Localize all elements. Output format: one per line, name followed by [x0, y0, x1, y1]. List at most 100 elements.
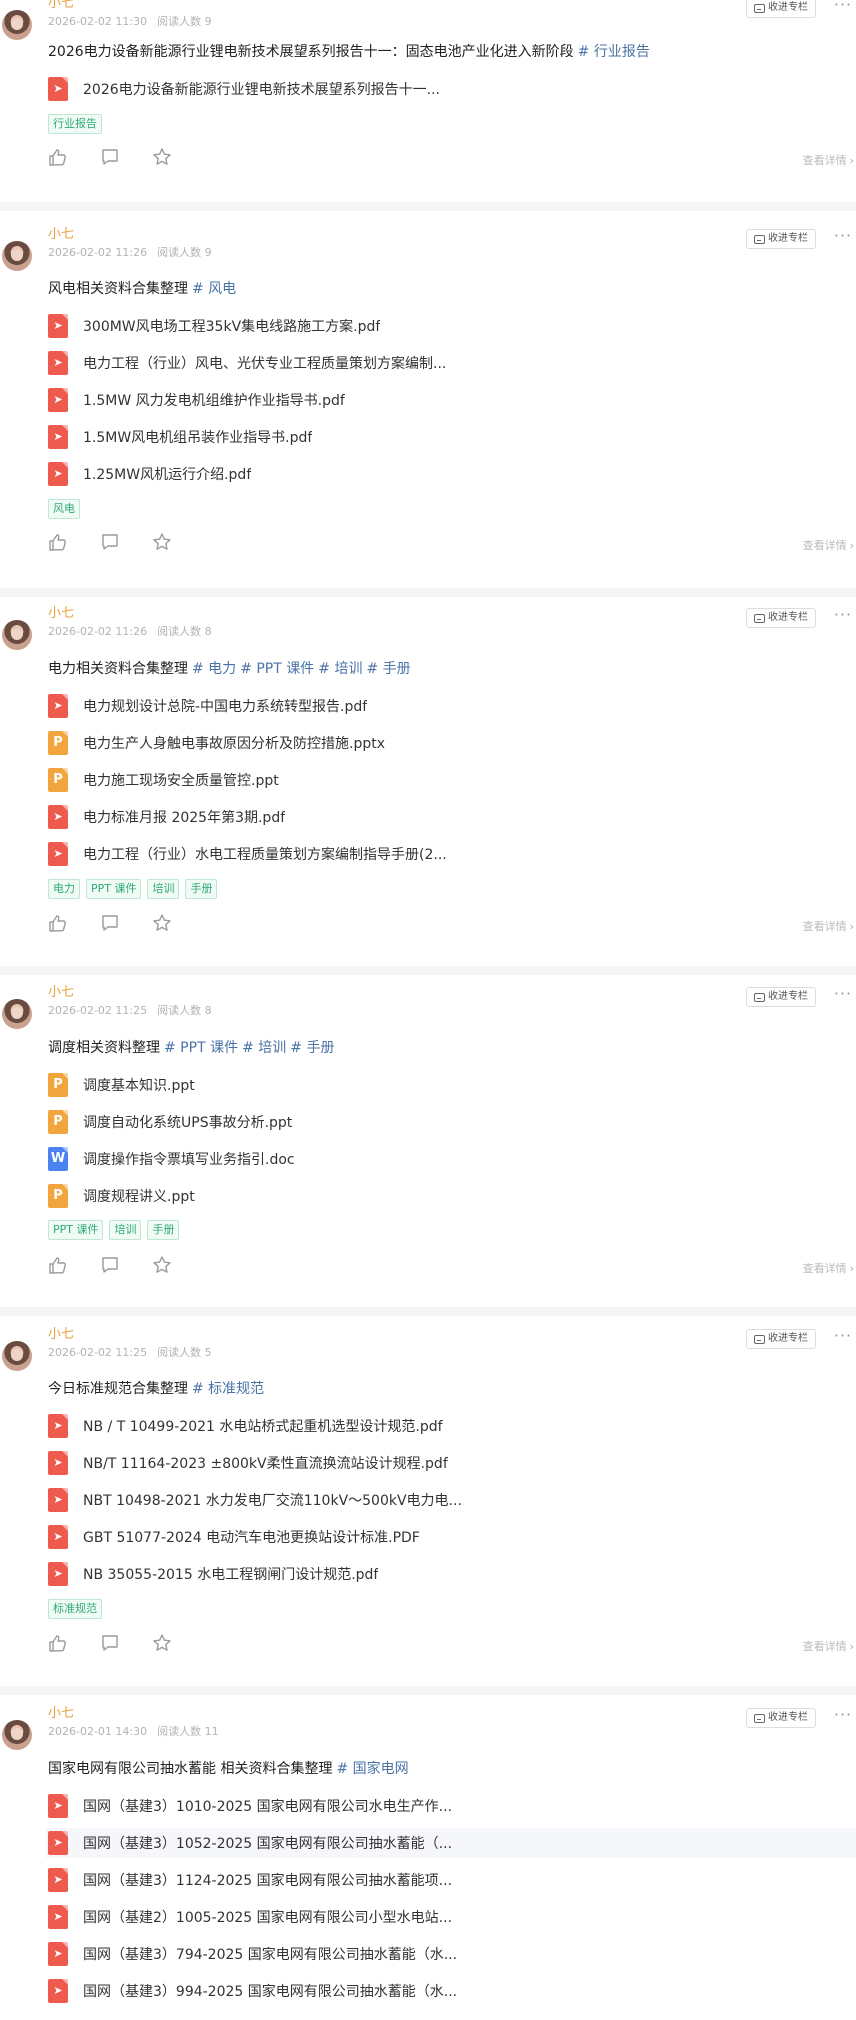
collect-to-column-button[interactable]: 收进专栏	[746, 0, 816, 18]
attachment-row[interactable]: P 调度自动化系统UPS事故分析.ppt	[48, 1107, 808, 1137]
like-icon[interactable]	[48, 1255, 68, 1275]
attachment-row[interactable]: ➤ 1.5MW风电机组吊装作业指导书.pdf	[48, 422, 808, 452]
comment-icon[interactable]	[100, 532, 120, 552]
comment-icon[interactable]	[100, 913, 120, 933]
comment-icon[interactable]	[100, 1255, 120, 1275]
attachment-row[interactable]: ➤ 国网（基建3）794-2025 国家电网有限公司抽水蓄能（水...	[48, 1939, 808, 1969]
attachment-row[interactable]: ➤ 电力标准月报 2025年第3期.pdf	[48, 802, 808, 832]
post-title[interactable]: 今日标准规范合集整理 # 标准规范	[48, 1378, 264, 1400]
comment-icon[interactable]	[100, 1633, 120, 1653]
attachment-row[interactable]: ➤ NBT 10498-2021 水力发电厂交流110kV～500kV电力电...	[48, 1485, 808, 1515]
topic-tag[interactable]: 培训	[147, 879, 180, 899]
title-hashtag[interactable]: # PPT 课件	[164, 1040, 238, 1056]
more-options-icon[interactable]: ···	[832, 1707, 854, 1724]
like-icon[interactable]	[48, 147, 68, 167]
avatar[interactable]	[2, 620, 32, 650]
author-name[interactable]: 小七	[48, 0, 74, 14]
attachment-row[interactable]: W 调度操作指令票填写业务指引.doc	[48, 1144, 808, 1174]
post-title[interactable]: 国家电网有限公司抽水蓄能 相关资料合集整理 # 国家电网	[48, 1758, 409, 1780]
collect-to-column-button[interactable]: 收进专栏	[746, 1329, 816, 1349]
favorite-icon[interactable]	[152, 913, 172, 933]
like-icon[interactable]	[48, 1633, 68, 1653]
pdf-file-icon: ➤	[48, 1979, 68, 2003]
collect-to-column-button[interactable]: 收进专栏	[746, 987, 816, 1007]
attachment-row[interactable]: ➤ 国网（基建2）1005-2025 国家电网有限公司小型水电站...	[48, 1902, 808, 1932]
more-options-icon[interactable]: ···	[832, 1328, 854, 1345]
avatar[interactable]	[2, 999, 32, 1029]
attachment-row[interactable]: ➤ GBT 51077-2024 电动汽车电池更换站设计标准.PDF	[48, 1522, 808, 1552]
topic-tag[interactable]: PPT 课件	[48, 1220, 104, 1240]
view-details-link[interactable]: 查看详情 ›	[803, 1638, 854, 1654]
like-icon[interactable]	[48, 532, 68, 552]
attachment-row[interactable]: ➤ NB / T 10499-2021 水电站桥式起重机选型设计规范.pdf	[48, 1411, 808, 1441]
attachment-row[interactable]: ➤ 1.5MW 风力发电机组维护作业指导书.pdf	[48, 385, 808, 415]
title-hashtag[interactable]: # 手册	[366, 661, 410, 677]
avatar[interactable]	[2, 10, 32, 40]
topic-tag[interactable]: 电力	[48, 879, 80, 899]
favorite-icon[interactable]	[152, 1633, 172, 1653]
author-name[interactable]: 小七	[48, 1704, 74, 1724]
author-name[interactable]: 小七	[48, 225, 74, 245]
title-hashtag[interactable]: # 培训	[318, 661, 362, 677]
attachment-row[interactable]: ➤ 国网（基建3）994-2025 国家电网有限公司抽水蓄能（水...	[48, 1976, 808, 2006]
action-bar	[48, 913, 172, 933]
collect-to-column-button[interactable]: 收进专栏	[746, 1708, 816, 1728]
avatar[interactable]	[2, 241, 32, 271]
attachment-row[interactable]: ➤ 国网（基建3）1052-2025 国家电网有限公司抽水蓄能（...	[46, 1828, 856, 1858]
view-details-link[interactable]: 查看详情 ›	[803, 152, 854, 168]
author-name[interactable]: 小七	[48, 604, 74, 624]
avatar[interactable]	[2, 1720, 32, 1750]
title-hashtag[interactable]: # 行业报告	[578, 44, 650, 60]
topic-tag[interactable]: 手册	[147, 1220, 180, 1240]
title-hashtag[interactable]: # 国家电网	[336, 1761, 408, 1777]
more-options-icon[interactable]: ···	[832, 607, 854, 624]
attachment-row[interactable]: ➤ 电力工程（行业）水电工程质量策划方案编制指导手册(2...	[48, 839, 808, 869]
attachment-row[interactable]: ➤ NB/T 11164-2023 ±800kV柔性直流换流站设计规程.pdf	[48, 1448, 808, 1478]
attachment-row[interactable]: P 调度基本知识.ppt	[48, 1070, 808, 1100]
topic-tag[interactable]: 培训	[109, 1220, 142, 1240]
attachment-row[interactable]: ➤ NB 35055-2015 水电工程钢闸门设计规范.pdf	[48, 1559, 808, 1589]
post-title[interactable]: 电力相关资料合集整理 # 电力 # PPT 课件 # 培训 # 手册	[48, 658, 411, 680]
author-name[interactable]: 小七	[48, 983, 74, 1003]
favorite-icon[interactable]	[152, 532, 172, 552]
collect-to-column-button[interactable]: 收进专栏	[746, 608, 816, 628]
more-options-icon[interactable]: ···	[832, 0, 854, 14]
collect-to-column-button[interactable]: 收进专栏	[746, 229, 816, 249]
comment-icon[interactable]	[100, 147, 120, 167]
post-title[interactable]: 调度相关资料整理 # PPT 课件 # 培训 # 手册	[48, 1037, 334, 1059]
attachment-row[interactable]: ➤ 1.25MW风机运行介绍.pdf	[48, 459, 808, 489]
attachment-row[interactable]: ➤ 国网（基建3）1124-2025 国家电网有限公司抽水蓄能项...	[48, 1865, 808, 1895]
attachment-row[interactable]: P 调度规程讲义.ppt	[48, 1181, 808, 1211]
attachment-row[interactable]: ➤ 电力规划设计总院-中国电力系统转型报告.pdf	[48, 691, 808, 721]
avatar[interactable]	[2, 1341, 32, 1371]
title-hashtag[interactable]: # 培训	[242, 1040, 286, 1056]
topic-tag[interactable]: 标准规范	[48, 1599, 102, 1619]
title-hashtag[interactable]: # 手册	[290, 1040, 334, 1056]
view-details-link[interactable]: 查看详情 ›	[803, 1260, 854, 1276]
author-name[interactable]: 小七	[48, 1325, 74, 1345]
attachment-row[interactable]: P 电力施工现场安全质量管控.ppt	[48, 765, 808, 795]
title-hashtag[interactable]: # 风电	[192, 281, 236, 297]
collect-icon	[754, 1713, 765, 1723]
more-options-icon[interactable]: ···	[832, 228, 854, 245]
view-details-link[interactable]: 查看详情 ›	[803, 918, 854, 934]
view-details-link[interactable]: 查看详情 ›	[803, 537, 854, 553]
more-options-icon[interactable]: ···	[832, 986, 854, 1003]
like-icon[interactable]	[48, 913, 68, 933]
topic-tag[interactable]: 行业报告	[48, 114, 102, 134]
favorite-icon[interactable]	[152, 147, 172, 167]
title-hashtag[interactable]: # 标准规范	[192, 1381, 264, 1397]
favorite-icon[interactable]	[152, 1255, 172, 1275]
topic-tag[interactable]: 风电	[48, 499, 80, 519]
attachment-row[interactable]: ➤ 2026电力设备新能源行业锂电新技术展望系列报告十一...	[48, 74, 808, 104]
title-hashtag[interactable]: # 电力	[192, 661, 236, 677]
topic-tag[interactable]: PPT 课件	[86, 879, 142, 899]
attachment-row[interactable]: ➤ 300MW风电场工程35kV集电线路施工方案.pdf	[48, 311, 808, 341]
attachment-row[interactable]: P 电力生产人身触电事故原因分析及防控措施.pptx	[48, 728, 808, 758]
attachment-row[interactable]: ➤ 国网（基建3）1010-2025 国家电网有限公司水电生产作...	[48, 1791, 808, 1821]
topic-tag[interactable]: 手册	[185, 879, 218, 899]
post-title[interactable]: 2026电力设备新能源行业锂电新技术展望系列报告十一：固态电池产业化进入新阶段 #…	[48, 41, 650, 63]
post-title[interactable]: 风电相关资料合集整理 # 风电	[48, 278, 236, 300]
title-hashtag[interactable]: # PPT 课件	[240, 661, 314, 677]
attachment-row[interactable]: ➤ 电力工程（行业）风电、光伏专业工程质量策划方案编制...	[48, 348, 808, 378]
